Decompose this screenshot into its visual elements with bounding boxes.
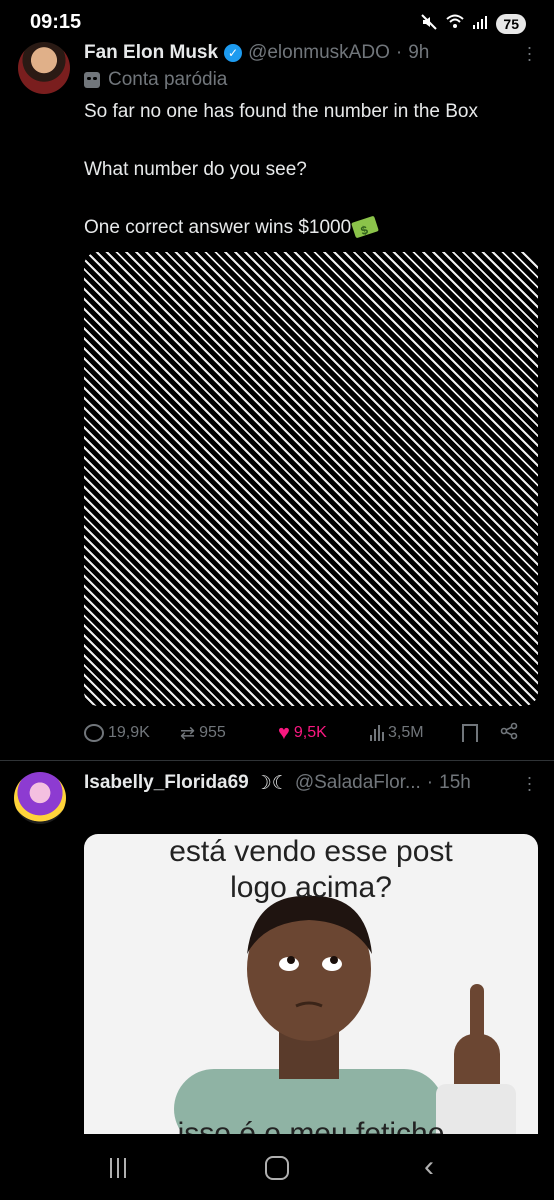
share-icon: [500, 722, 518, 745]
bookmark-icon: [462, 724, 478, 742]
status-icons: 75: [420, 12, 526, 36]
tweet-actions: 19,9K ⇄ 955 ♥ 9,5K 3,5M: [84, 720, 530, 746]
tweet-divider: [0, 760, 554, 761]
mute-icon: [420, 13, 438, 36]
retweet-button[interactable]: ⇄ 955: [180, 723, 278, 744]
parody-label-row: Conta paródia: [84, 68, 227, 92]
meme-caption-top: está vendo esse post logo acima?: [169, 835, 453, 904]
reply-count: 19,9K: [108, 724, 150, 741]
tweet-text-line-1: So far no one has found the number in th…: [84, 101, 478, 122]
retweet-icon: ⇄: [180, 722, 196, 743]
tweet-text-prize: One correct answer wins $1000: [84, 217, 352, 238]
share-button[interactable]: [500, 722, 518, 745]
retweet-count: 955: [199, 724, 226, 741]
heart-icon: ♥: [278, 721, 290, 744]
views-count: 3,5M: [388, 724, 424, 741]
home-icon[interactable]: [265, 1156, 289, 1180]
separator-dot: ·: [426, 772, 434, 793]
tweet-header: Fan Elon Musk ✓ @elonmuskADO · 9h: [84, 40, 429, 66]
parody-label: Conta paródia: [108, 69, 228, 90]
reply-icon: [84, 724, 104, 742]
parody-mask-icon: [84, 72, 100, 88]
like-button[interactable]: ♥ 9,5K: [278, 722, 370, 745]
avatar[interactable]: [18, 42, 70, 94]
handle[interactable]: @elonmuskADO: [248, 42, 390, 64]
bookmark-button[interactable]: [462, 724, 500, 742]
handle[interactable]: @SaladaFlor...: [295, 772, 421, 794]
meme-caption-bottom: isso é o meu fetiche: [177, 1117, 445, 1134]
tweet-header: Isabelly_Florida69 ☽☾ @SaladaFlor... · 1…: [84, 770, 471, 796]
name-suffix: ☽☾: [254, 772, 289, 794]
recent-apps-icon[interactable]: [110, 1158, 126, 1178]
views-icon: [370, 725, 384, 741]
more-options-icon[interactable]: · · ·: [526, 768, 533, 798]
tweet-text-line-3: One correct answer wins $1000: [84, 215, 544, 240]
avatar[interactable]: [14, 772, 66, 824]
system-nav-bar: ‹: [0, 1136, 554, 1200]
app-screen: 09:15 75 Fan Elon Musk ✓ @elonmuskADO · …: [0, 0, 554, 1200]
tweet-image-illusion[interactable]: [84, 252, 538, 706]
tweet-time: 15h: [439, 772, 471, 793]
display-name[interactable]: Isabelly_Florida69: [84, 772, 249, 794]
tweet-image-meme[interactable]: está vendo esse post logo acima? isso é o…: [84, 834, 538, 1134]
views-button[interactable]: 3,5M: [370, 724, 462, 742]
money-icon: [351, 215, 380, 239]
verified-badge-icon: ✓: [224, 44, 243, 62]
display-name[interactable]: Fan Elon Musk: [84, 42, 218, 64]
wifi-icon: [446, 14, 465, 35]
signal-icon: [472, 14, 488, 35]
separator-dot: ·: [395, 42, 403, 63]
status-bar: 09:15 75: [0, 0, 554, 40]
battery-badge: 75: [496, 14, 526, 34]
more-options-icon[interactable]: · · ·: [526, 38, 533, 68]
reply-button[interactable]: 19,9K: [84, 724, 180, 742]
like-count: 9,5K: [293, 724, 327, 741]
status-time: 09:15: [30, 11, 82, 33]
tweet-time: 9h: [408, 42, 430, 63]
back-icon[interactable]: ‹: [424, 1150, 434, 1184]
tweet-text-line-2: What number do you see?: [84, 159, 307, 180]
